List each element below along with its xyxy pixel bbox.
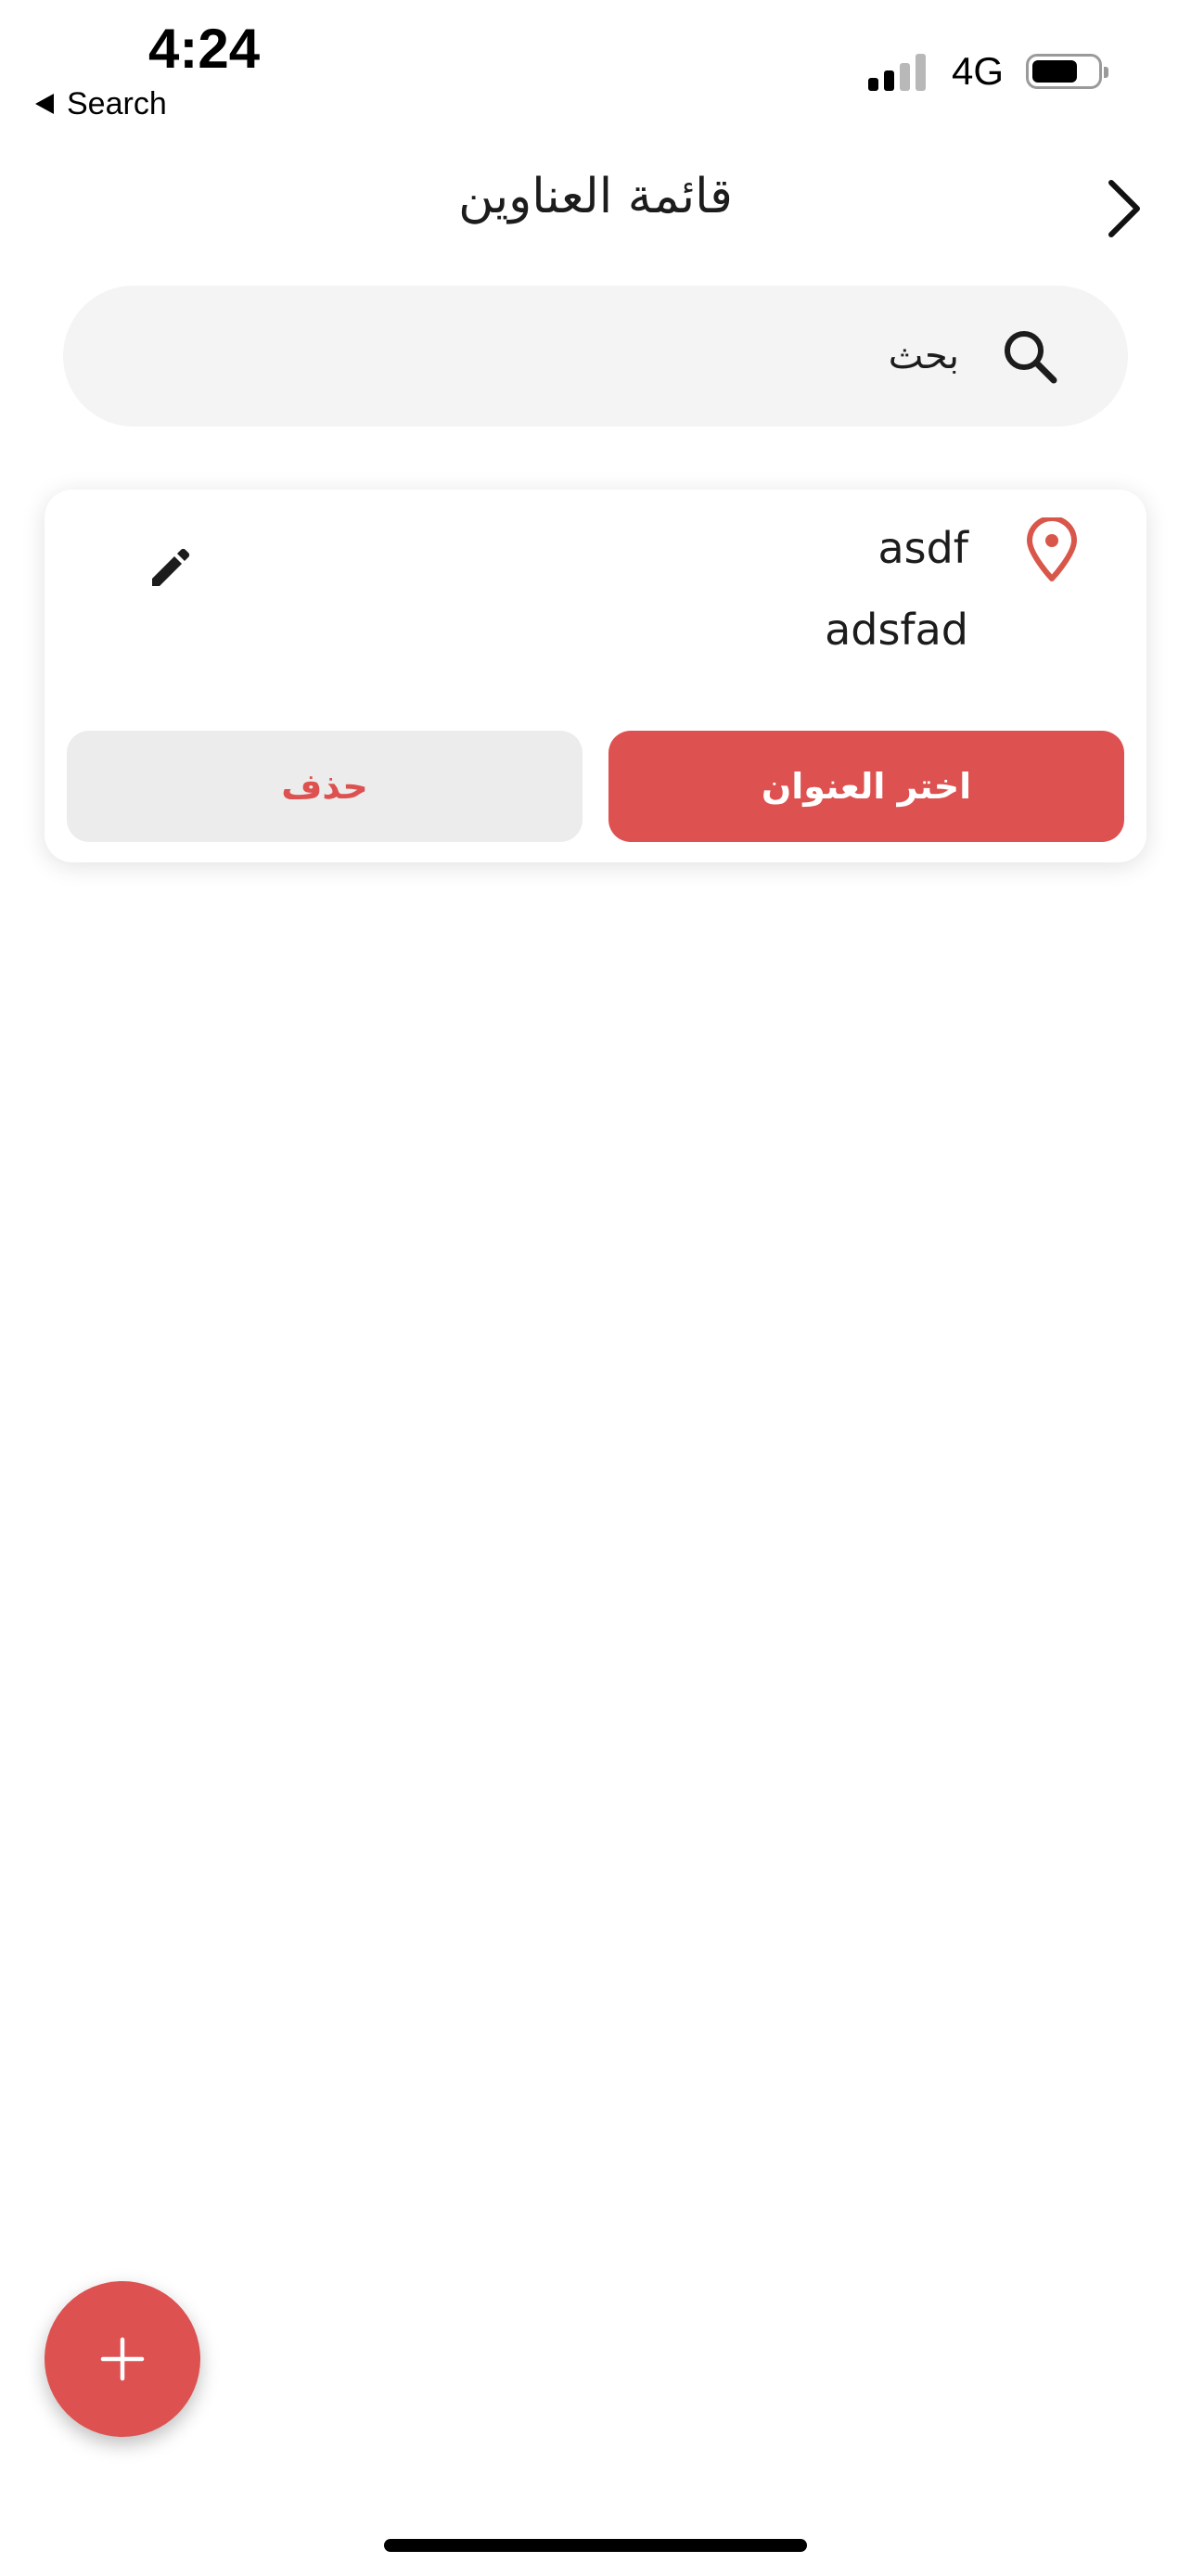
address-card: asdf adsfad اختر العنوان حذف	[45, 490, 1146, 862]
home-indicator[interactable]	[384, 2539, 807, 2552]
back-to-app-label: Search	[67, 85, 167, 121]
address-name: asdf	[877, 523, 968, 573]
edit-pencil-icon[interactable]	[147, 545, 193, 592]
chevron-right-icon[interactable]	[1102, 176, 1146, 241]
page-title: قائمة العناوين	[458, 169, 733, 224]
search-bar[interactable]	[63, 286, 1128, 427]
status-indicators: 4G	[867, 48, 1108, 95]
plus-icon	[100, 2337, 145, 2381]
search-icon[interactable]	[1000, 326, 1059, 386]
status-time: 4:24	[148, 18, 261, 80]
network-type: 4G	[951, 49, 1004, 93]
add-address-button[interactable]	[45, 2281, 200, 2437]
delete-address-button[interactable]: حذف	[67, 731, 583, 842]
location-pin-icon	[1027, 517, 1077, 581]
address-detail: adsfad	[825, 605, 968, 655]
cellular-signal-icon	[867, 52, 931, 91]
back-triangle-icon	[35, 94, 54, 114]
back-to-app-link[interactable]: Search	[35, 83, 167, 124]
select-address-button[interactable]: اختر العنوان	[608, 731, 1124, 842]
battery-icon	[1026, 54, 1108, 89]
search-input[interactable]	[122, 318, 961, 394]
